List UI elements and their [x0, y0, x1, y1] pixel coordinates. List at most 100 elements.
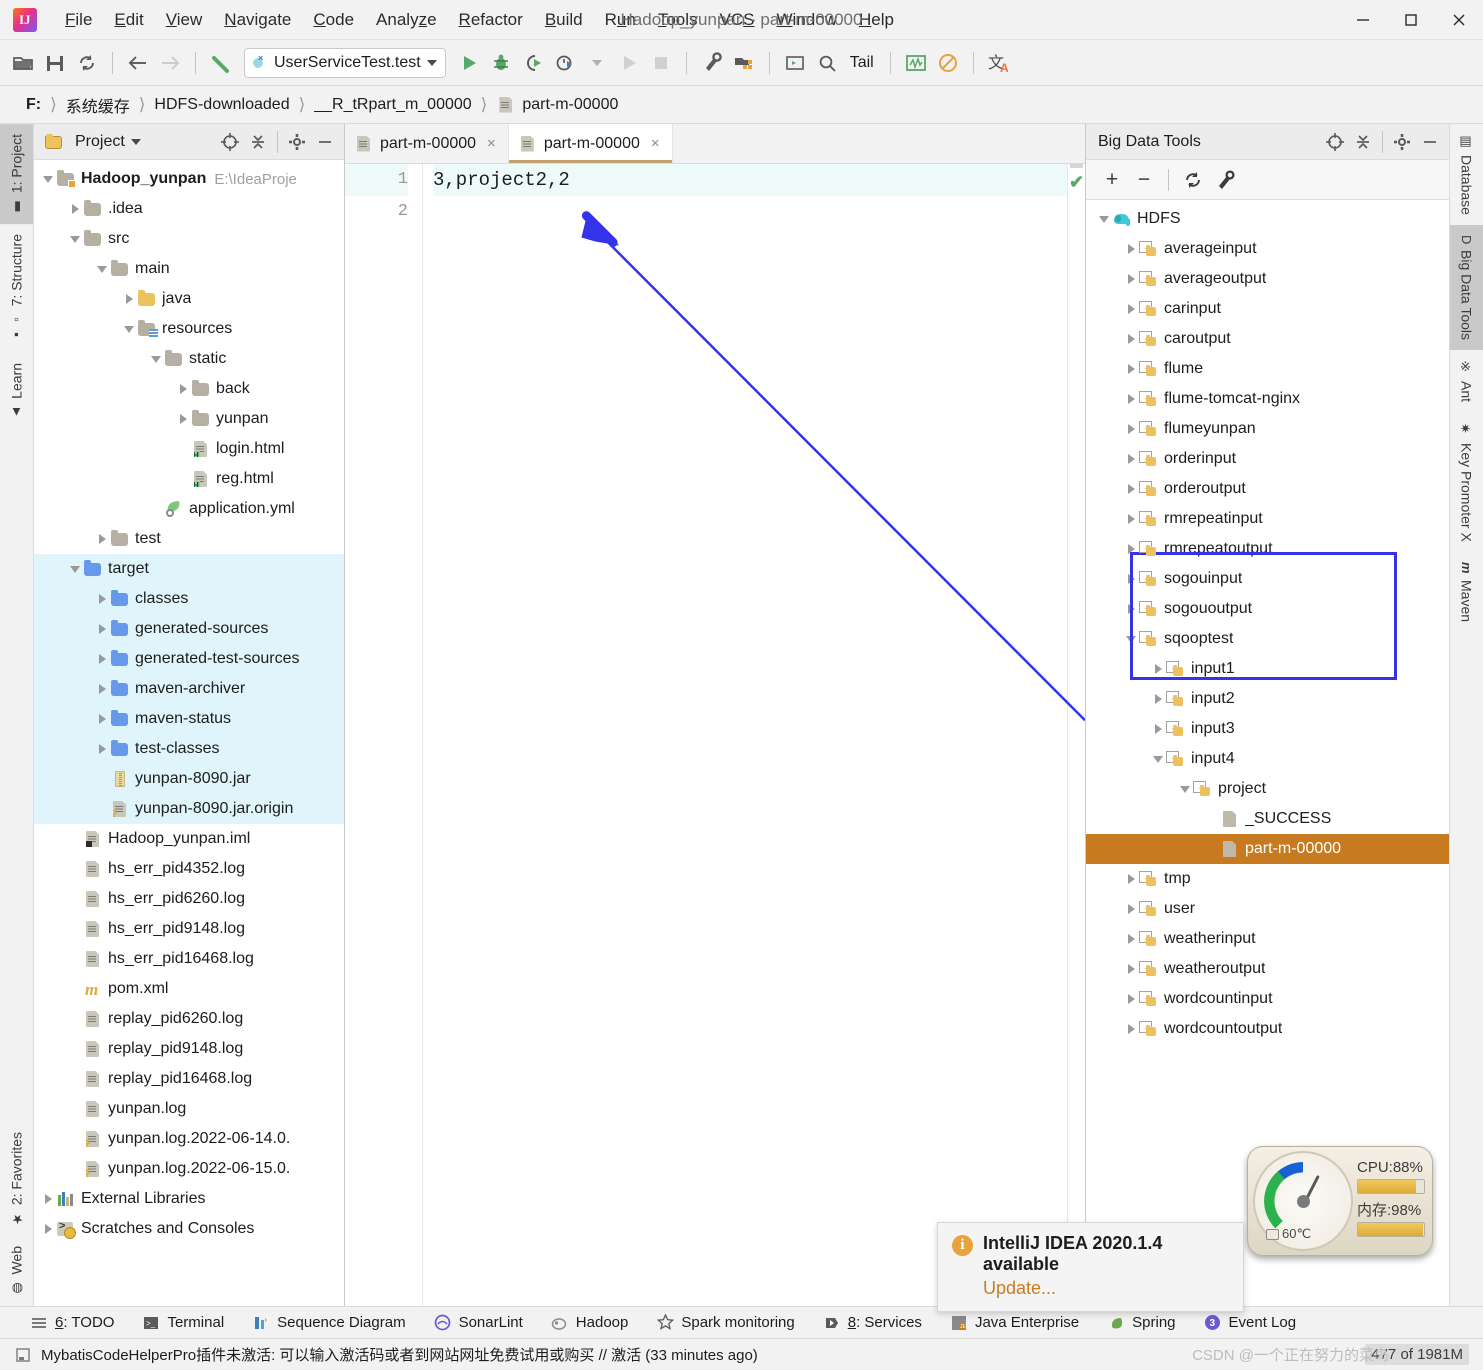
system-monitor-widget[interactable]: 60℃ CPU:88% 内存:98%: [1247, 1146, 1433, 1256]
run-dim-icon[interactable]: [614, 48, 644, 78]
tree-row[interactable]: yunpan-8090.jar.origin: [34, 794, 344, 824]
tree-row[interactable]: hs_err_pid6260.log: [34, 884, 344, 914]
maximize-icon[interactable]: [1387, 0, 1435, 40]
stripe-tab-favorites[interactable]: ★ 2: Favorites: [0, 1122, 33, 1236]
breadcrumb-item-0[interactable]: F:: [22, 94, 45, 116]
tree-toggle-right-icon[interactable]: [121, 291, 137, 307]
profile-button[interactable]: [550, 48, 580, 78]
tree-toggle-down-icon[interactable]: [148, 351, 164, 367]
tree-row[interactable]: → tmp: [1086, 864, 1449, 894]
stripe-tab-structure[interactable]: ▪▫ 7: Structure: [0, 224, 33, 352]
toolwindow-button-spark-monitoring[interactable]: Spark monitoring: [642, 1311, 808, 1335]
menu-window[interactable]: Window: [766, 6, 848, 34]
tree-toggle-right-icon[interactable]: [94, 621, 110, 637]
tree-row[interactable]: HDFS: [1086, 204, 1449, 234]
tree-toggle-right-icon[interactable]: [1123, 301, 1139, 317]
terminal-icon[interactable]: [780, 48, 810, 78]
menu-view[interactable]: View: [155, 6, 214, 34]
hdfs-tree[interactable]: HDFS → averageinput → averageoutput → carinput…: [1086, 200, 1449, 1306]
menu-help[interactable]: Help: [848, 6, 905, 34]
tree-row[interactable]: → flumeyunpan: [1086, 414, 1449, 444]
menu-vcs[interactable]: VCS: [709, 6, 766, 34]
tree-row[interactable]: src: [34, 224, 344, 254]
tree-row[interactable]: → input3: [1086, 714, 1449, 744]
tree-toggle-down-icon[interactable]: [67, 561, 83, 577]
run-configuration-selector[interactable]: × UserServiceTest.test: [244, 47, 446, 78]
tree-toggle-right-icon[interactable]: [1123, 241, 1139, 257]
editor-tab[interactable]: part-m-00000 ×: [345, 124, 509, 163]
tree-toggle-right-icon[interactable]: [1123, 541, 1139, 557]
tree-row[interactable]: → user: [1086, 894, 1449, 924]
tree-row[interactable]: application.yml: [34, 494, 344, 524]
tree-row[interactable]: test: [34, 524, 344, 554]
toolwindow-button-6-todo[interactable]: 6: TODO: [16, 1311, 128, 1335]
tree-row[interactable]: yunpan.log.2022-06-15.0.: [34, 1154, 344, 1184]
tree-toggle-right-icon[interactable]: [40, 1221, 56, 1237]
collapse-all-icon[interactable]: [245, 129, 271, 155]
stripe-tab-learn[interactable]: ▲ Learn: [0, 353, 33, 430]
tree-toggle-down-icon[interactable]: [1096, 211, 1112, 227]
chevron-down-icon[interactable]: [130, 138, 141, 145]
tree-toggle-right-icon[interactable]: [1123, 331, 1139, 347]
add-connection-icon[interactable]: +: [1098, 166, 1126, 194]
tree-row[interactable]: classes: [34, 584, 344, 614]
tree-row[interactable]: generated-test-sources: [34, 644, 344, 674]
collapse-all-icon[interactable]: [1350, 129, 1376, 155]
tree-toggle-right-icon[interactable]: [94, 591, 110, 607]
stop-icon[interactable]: [646, 48, 676, 78]
stripe-tab-web[interactable]: ◍ Web: [0, 1236, 33, 1306]
wrench-icon[interactable]: [1211, 166, 1239, 194]
tree-row[interactable]: → sogououtput: [1086, 594, 1449, 624]
tree-toggle-down-icon[interactable]: [1123, 631, 1139, 647]
back-icon[interactable]: [123, 48, 153, 78]
update-notification-balloon[interactable]: i IntelliJ IDEA 2020.1.4 available Updat…: [937, 1222, 1244, 1312]
close-tab-icon[interactable]: ×: [651, 135, 660, 152]
stripe-tab-project[interactable]: ▮ 1: Project: [0, 124, 33, 225]
tree-row[interactable]: hs_err_pid9148.log: [34, 914, 344, 944]
tree-row[interactable]: → averageoutput: [1086, 264, 1449, 294]
tree-row[interactable]: yunpan.log: [34, 1094, 344, 1124]
tree-row[interactable]: → input4: [1086, 744, 1449, 774]
build-project-icon[interactable]: [206, 48, 236, 78]
tree-toggle-right-icon[interactable]: [1150, 691, 1166, 707]
tree-toggle-right-icon[interactable]: [1123, 601, 1139, 617]
close-tab-icon[interactable]: ×: [487, 135, 496, 152]
tree-toggle-right-icon[interactable]: [67, 201, 83, 217]
menu-edit[interactable]: Edit: [103, 6, 154, 34]
tree-toggle-right-icon[interactable]: [94, 711, 110, 727]
tree-row[interactable]: test-classes: [34, 734, 344, 764]
tree-row[interactable]: → project: [1086, 774, 1449, 804]
tree-row[interactable]: target: [34, 554, 344, 584]
tree-toggle-right-icon[interactable]: [1123, 901, 1139, 917]
menu-run[interactable]: Run: [594, 6, 647, 34]
toolwindow-button-hadoop[interactable]: Hadoop: [537, 1311, 643, 1335]
tree-row[interactable]: → rmrepeatoutput: [1086, 534, 1449, 564]
hide-panel-icon[interactable]: [1417, 129, 1443, 155]
tree-row[interactable]: replay_pid9148.log: [34, 1034, 344, 1064]
close-icon[interactable]: [1435, 0, 1483, 40]
tree-toggle-down-icon[interactable]: [121, 321, 137, 337]
tree-toggle-right-icon[interactable]: [94, 531, 110, 547]
tree-row[interactable]: replay_pid16468.log: [34, 1064, 344, 1094]
suppress-icon[interactable]: [933, 48, 963, 78]
breadcrumb-item-3[interactable]: __R_tRpart_m_00000: [310, 94, 475, 116]
editor-tab[interactable]: part-m-00000 ×: [508, 124, 673, 163]
tree-toggle-right-icon[interactable]: [94, 741, 110, 757]
tree-row[interactable]: yunpan.log.2022-06-14.0.: [34, 1124, 344, 1154]
tree-row[interactable]: yunpan-8090.jar: [34, 764, 344, 794]
tree-row[interactable]: hs_err_pid16468.log: [34, 944, 344, 974]
toolwindow-button-java-enterprise[interactable]: JE Java Enterprise: [936, 1311, 1093, 1335]
tree-toggle-right-icon[interactable]: [1123, 991, 1139, 1007]
tail-button[interactable]: Tail: [844, 54, 880, 72]
stripe-tab-keypromoterx[interactable]: ✷ Key Promoter X: [1450, 412, 1483, 552]
tree-toggle-right-icon[interactable]: [1123, 421, 1139, 437]
tree-row[interactable]: → wordcountinput: [1086, 984, 1449, 1014]
tree-row[interactable]: → carinput: [1086, 294, 1449, 324]
tree-row[interactable]: → weatheroutput: [1086, 954, 1449, 984]
tree-row[interactable]: maven-archiver: [34, 674, 344, 704]
notification-update-link[interactable]: Update...: [983, 1278, 1225, 1299]
tree-toggle-right-icon[interactable]: [175, 381, 191, 397]
tree-row[interactable]: Hadoop_yunpan E:\IdeaProje: [34, 164, 344, 194]
tree-row[interactable]: replay_pid6260.log: [34, 1004, 344, 1034]
tree-row[interactable]: static: [34, 344, 344, 374]
